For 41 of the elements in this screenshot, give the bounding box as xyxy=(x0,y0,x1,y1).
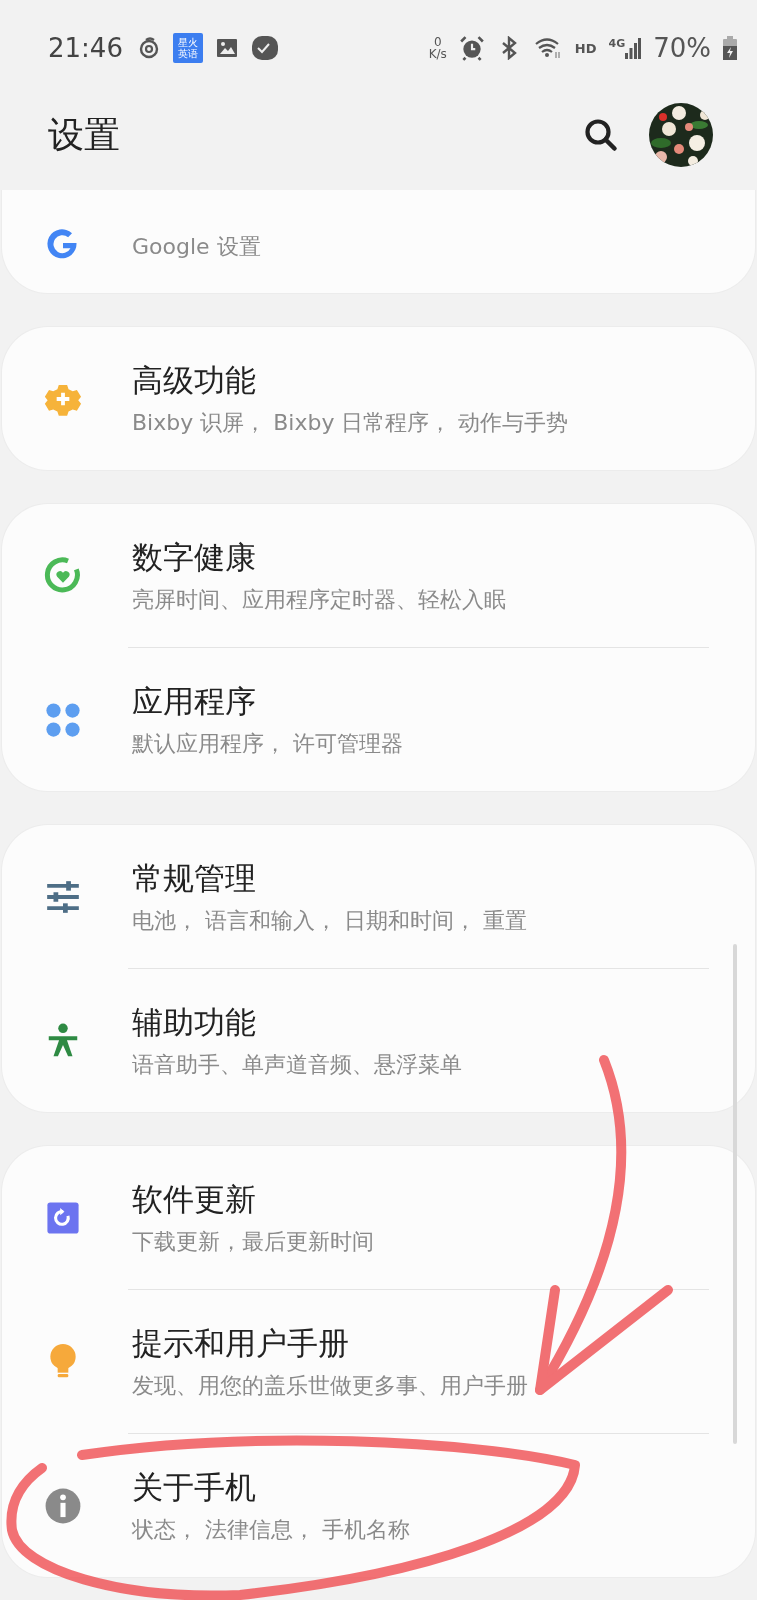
app-badge-icon: 星火 英语 xyxy=(172,33,203,63)
settings-item[interactable]: 软件更新 下载更新，最后更新时间 xyxy=(2,1146,755,1289)
settings-item[interactable]: 数字健康 亮屏时间、应用程序定时器、轻松入眠 xyxy=(2,504,755,647)
status-time: 21:46 xyxy=(48,33,123,63)
item-title: 软件更新 xyxy=(132,1179,257,1218)
item-summary: 亮屏时间、应用程序定时器、轻松入眠 xyxy=(132,585,506,614)
item-summary: Google 设置 xyxy=(132,233,261,261)
settings-item[interactable]: 关于手机 状态， 法律信息， 手机名称 xyxy=(2,1434,755,1577)
item-title: 关于手机 xyxy=(132,1467,257,1506)
item-summary: 状态， 法律信息， 手机名称 xyxy=(132,1515,410,1544)
item-title: 应用程序 xyxy=(132,681,257,720)
item-summary: 发现、用您的盖乐世做更多事、用户手册 xyxy=(132,1371,528,1400)
item-title: 提示和用户手册 xyxy=(132,1323,350,1362)
image-icon xyxy=(214,36,239,60)
check-bubble-icon xyxy=(250,34,279,62)
battery-icon xyxy=(723,36,737,60)
item-title: 常规管理 xyxy=(132,858,257,897)
network-label: 4G xyxy=(608,37,626,50)
speed-value: 0 xyxy=(433,36,442,48)
settings-item[interactable]: 常规管理 电池， 语言和输入， 日期和时间， 重置 xyxy=(2,825,755,968)
four-dots-icon xyxy=(44,700,82,739)
alarm-icon xyxy=(458,35,485,61)
hd-label: HD xyxy=(574,40,597,56)
settings-item[interactable]: 应用程序 默认应用程序， 许可管理器 xyxy=(2,648,755,791)
battery-percent: 70% xyxy=(653,33,711,63)
item-summary: Bixby 识屏， Bixby 日常程序， 动作与手势 xyxy=(132,408,569,437)
signal-icon xyxy=(625,37,642,59)
item-summary: 下载更新，最后更新时间 xyxy=(132,1227,374,1256)
page-title: 设置 xyxy=(48,112,120,157)
item-summary: 默认应用程序， 许可管理器 xyxy=(132,729,403,758)
update-icon xyxy=(46,1200,80,1235)
item-title: 数字健康 xyxy=(132,537,257,576)
speed-unit: K/s xyxy=(428,48,447,60)
info-icon xyxy=(44,1486,82,1525)
settings-item[interactable]: 高级功能 Bixby 识屏， Bixby 日常程序， 动作与手势 xyxy=(2,327,755,470)
item-title: 辅助功能 xyxy=(132,1002,257,1041)
item-summary: 语音助手、单声道音频、悬浮菜单 xyxy=(132,1050,462,1079)
item-title: 高级功能 xyxy=(132,360,257,399)
settings-item[interactable]: 提示和用户手册 发现、用您的盖乐世做更多事、用户手册 xyxy=(2,1290,755,1433)
settings-item[interactable]: 辅助功能 语音助手、单声道音频、悬浮菜单 xyxy=(2,969,755,1112)
item-summary: 电池， 语言和输入， 日期和时间， 重置 xyxy=(132,906,527,935)
